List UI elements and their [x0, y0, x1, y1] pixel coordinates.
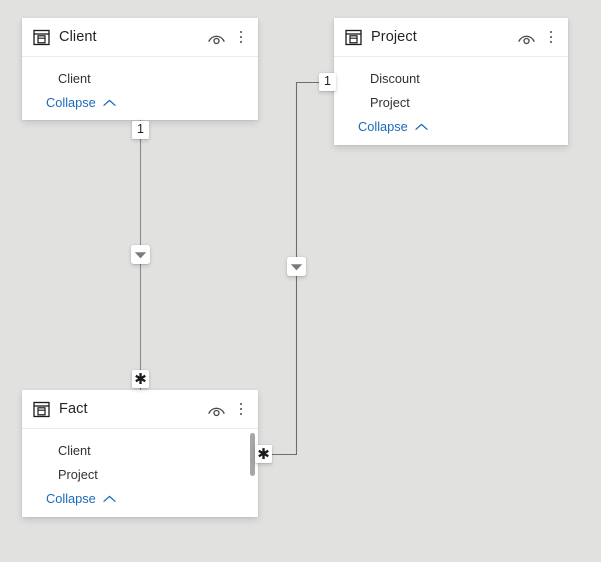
cardinality-badge-many[interactable]: ✱ — [132, 370, 149, 388]
table-card-body-project: Discount Project Collapse — [334, 57, 568, 144]
eye-icon — [518, 35, 535, 44]
filter-direction-arrow-icon[interactable] — [131, 245, 150, 264]
table-card-fact[interactable]: Fact Client Project Collapse — [22, 390, 258, 517]
preview-data-button[interactable] — [517, 30, 544, 45]
table-card-client[interactable]: Client Client Collapse — [22, 18, 258, 120]
chevron-up-icon — [415, 123, 428, 130]
eye-icon — [208, 407, 225, 416]
table-title: Fact — [59, 401, 88, 417]
more-options-icon[interactable] — [234, 401, 248, 417]
table-card-header-client: Client — [22, 18, 258, 57]
cardinality-badge-one[interactable]: 1 — [132, 121, 149, 139]
collapse-link[interactable]: Collapse — [358, 119, 408, 135]
more-options-icon[interactable] — [234, 29, 248, 45]
table-field[interactable]: Project — [334, 90, 568, 114]
table-icon — [345, 29, 362, 45]
cardinality-badge-one[interactable]: 1 — [319, 73, 336, 91]
cardinality-badge-many[interactable]: ✱ — [255, 445, 272, 463]
table-card-body-client: Client Collapse — [22, 57, 258, 120]
table-field[interactable]: Client — [22, 66, 258, 90]
preview-data-button[interactable] — [207, 30, 234, 45]
preview-data-button[interactable] — [207, 402, 234, 417]
collapse-row[interactable]: Collapse — [334, 114, 568, 144]
collapse-link[interactable]: Collapse — [46, 491, 96, 507]
table-title: Project — [371, 29, 417, 45]
table-title: Client — [59, 29, 97, 45]
table-card-header-project: Project — [334, 18, 568, 57]
eye-icon — [208, 35, 225, 44]
relationship-diagram-canvas[interactable]: Client Client Collapse Project Discount … — [0, 0, 601, 562]
chevron-up-icon — [103, 99, 116, 106]
table-field[interactable]: Project — [22, 462, 258, 486]
triangle-down-icon — [290, 263, 303, 270]
table-icon — [33, 29, 50, 45]
table-card-header-fact: Fact — [22, 390, 258, 429]
filter-direction-arrow-icon[interactable] — [287, 257, 306, 276]
collapse-link[interactable]: Collapse — [46, 95, 96, 111]
collapse-row[interactable]: Collapse — [22, 90, 258, 120]
more-options-icon[interactable] — [544, 29, 558, 45]
table-card-body-fact: Client Project Collapse — [22, 429, 258, 516]
triangle-down-icon — [134, 251, 147, 258]
table-field[interactable]: Discount — [334, 66, 568, 90]
table-field[interactable]: Client — [22, 438, 258, 462]
table-card-project[interactable]: Project Discount Project Collapse — [334, 18, 568, 145]
table-icon — [33, 401, 50, 417]
collapse-row[interactable]: Collapse — [22, 486, 258, 516]
chevron-up-icon — [103, 495, 116, 502]
